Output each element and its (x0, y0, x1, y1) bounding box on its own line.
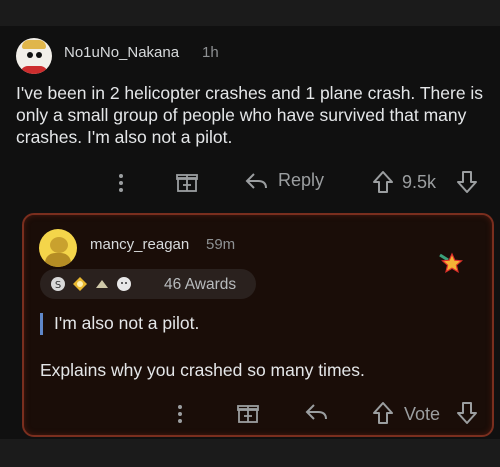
gold-award-icon (73, 277, 87, 291)
reply-comment: mancy_reagan 59m S 46 Awards I'm also no… (22, 213, 494, 437)
star-badge-icon (438, 251, 464, 277)
reply-label: Reply (278, 170, 325, 190)
avatar[interactable] (39, 229, 77, 267)
downvote-icon[interactable] (456, 401, 478, 425)
more-options-icon[interactable] (172, 403, 188, 425)
comment-username[interactable]: No1uNo_Nakana (64, 44, 179, 61)
reply-icon (245, 172, 267, 189)
reply-username[interactable]: mancy_reagan (90, 236, 189, 253)
upvote-icon[interactable] (372, 170, 394, 194)
top-bar (0, 0, 500, 26)
bottom-bar (0, 439, 500, 467)
more-options-icon[interactable] (113, 172, 129, 194)
downvote-icon[interactable] (456, 170, 478, 194)
avatar[interactable] (16, 38, 52, 74)
awards-row[interactable]: S 46 Awards (40, 269, 256, 299)
reply-actions: Vote (24, 399, 494, 431)
hands-award-icon (96, 280, 108, 288)
upvote-icon[interactable] (372, 401, 394, 425)
award-gift-icon[interactable] (236, 402, 260, 424)
reply-body: Explains why you crashed so many times. (40, 360, 365, 380)
awards-count: 46 Awards (164, 276, 237, 293)
silver-award-icon: S (51, 277, 65, 291)
vote-label: Vote (404, 404, 441, 424)
comment-body: I've been in 2 helicopter crashes and 1 … (16, 83, 484, 147)
reply-timestamp: 59m (206, 236, 236, 253)
quote-bar (40, 313, 43, 335)
quote-text: I'm also not a pilot. (54, 313, 200, 333)
reply-icon[interactable] (304, 402, 330, 422)
comment-timestamp: 1h (202, 44, 219, 61)
reply-button[interactable]: Reply (244, 170, 324, 191)
emoji-award-icon (117, 277, 131, 291)
comment-actions: Reply 9.5k (0, 166, 500, 200)
svg-text:S: S (55, 280, 61, 291)
vote-count: 9.5k (402, 172, 437, 192)
award-gift-icon[interactable] (175, 171, 199, 193)
